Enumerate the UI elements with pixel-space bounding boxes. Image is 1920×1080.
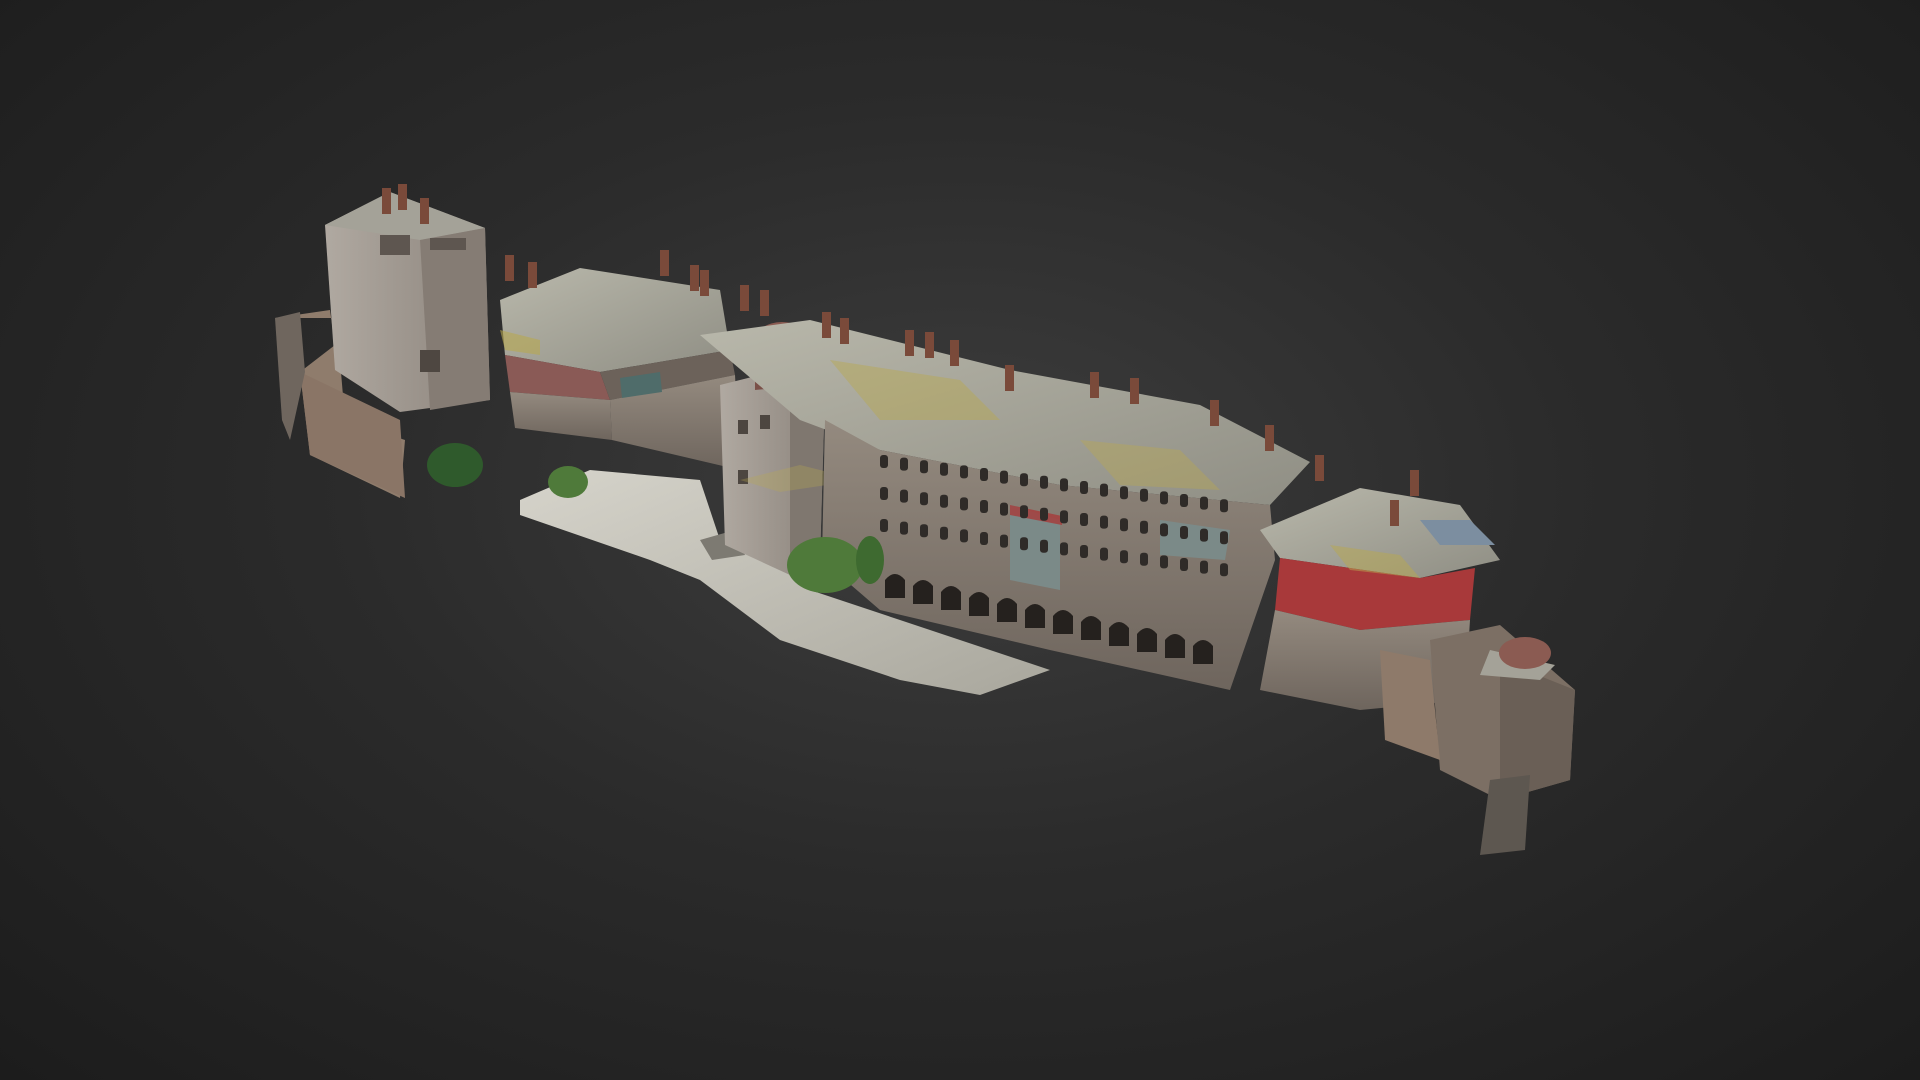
window <box>1200 528 1208 542</box>
chimney <box>1390 500 1399 526</box>
chimney <box>740 285 749 311</box>
chimney <box>925 332 934 358</box>
chimney <box>700 270 709 296</box>
window <box>960 529 968 543</box>
window <box>1000 502 1008 516</box>
chimney <box>905 330 914 356</box>
east-gate-tower <box>1380 625 1575 855</box>
window <box>1060 478 1068 492</box>
window <box>1040 475 1048 489</box>
chimney <box>1315 455 1324 481</box>
window <box>1220 531 1228 545</box>
arch <box>1025 604 1045 628</box>
chimney <box>1005 365 1014 391</box>
window <box>1180 558 1188 571</box>
window <box>1200 560 1208 574</box>
arch <box>1081 616 1101 640</box>
chimney <box>690 265 699 291</box>
window <box>1160 555 1168 569</box>
chimney <box>505 255 514 281</box>
window <box>940 526 948 540</box>
window <box>1140 552 1148 566</box>
window <box>1120 518 1128 532</box>
west-wing <box>500 268 740 470</box>
window <box>980 532 988 545</box>
chimney <box>760 290 769 316</box>
west-tower <box>325 192 490 412</box>
window <box>1040 539 1048 553</box>
window <box>1160 491 1168 505</box>
window <box>980 468 988 481</box>
chimney <box>398 184 407 210</box>
arch <box>941 586 961 610</box>
arch <box>1109 622 1129 646</box>
window <box>1040 507 1048 521</box>
window <box>980 500 988 513</box>
window <box>880 455 888 468</box>
window <box>1020 537 1028 551</box>
window <box>900 489 908 503</box>
window <box>880 519 888 532</box>
window <box>940 494 948 508</box>
window <box>1100 547 1108 561</box>
window <box>940 462 948 476</box>
window <box>1180 494 1188 507</box>
window <box>1020 505 1028 519</box>
arch <box>1137 628 1157 652</box>
window <box>1100 515 1108 529</box>
window <box>1180 526 1188 539</box>
window <box>960 497 968 511</box>
chimney <box>822 312 831 338</box>
window <box>900 457 908 471</box>
window <box>1080 545 1088 558</box>
chimney <box>420 198 429 224</box>
window <box>920 524 928 538</box>
window <box>1160 523 1168 537</box>
chimney <box>1210 400 1219 426</box>
monastery-model[interactable] <box>0 0 1920 1080</box>
window <box>880 487 888 500</box>
chimney <box>1090 372 1099 398</box>
window <box>1140 520 1148 534</box>
window <box>1080 481 1088 494</box>
chimney <box>1265 425 1274 451</box>
window <box>1220 563 1228 577</box>
window <box>1080 513 1088 526</box>
window <box>1200 496 1208 510</box>
arch <box>1053 610 1073 634</box>
window <box>920 492 928 506</box>
window <box>1220 499 1228 513</box>
window <box>1100 483 1108 497</box>
arch <box>913 580 933 604</box>
window <box>1120 550 1128 564</box>
chimney <box>382 188 391 214</box>
chimney <box>1130 378 1139 404</box>
arch <box>969 592 989 616</box>
arch <box>885 574 905 598</box>
chimney <box>528 262 537 288</box>
window <box>1000 470 1008 484</box>
window <box>1020 473 1028 487</box>
window <box>1120 486 1128 500</box>
chimney <box>950 340 959 366</box>
arch <box>1193 640 1213 664</box>
window <box>1060 542 1068 556</box>
window <box>960 465 968 479</box>
chimney <box>1410 470 1419 496</box>
arch <box>1165 634 1185 658</box>
chimney <box>840 318 849 344</box>
window <box>900 521 908 535</box>
window <box>1060 510 1068 524</box>
chimney <box>660 250 669 276</box>
window <box>1000 534 1008 548</box>
arch <box>997 598 1017 622</box>
window <box>1140 488 1148 502</box>
window <box>920 460 928 474</box>
3d-model-viewport[interactable] <box>0 0 1920 1080</box>
